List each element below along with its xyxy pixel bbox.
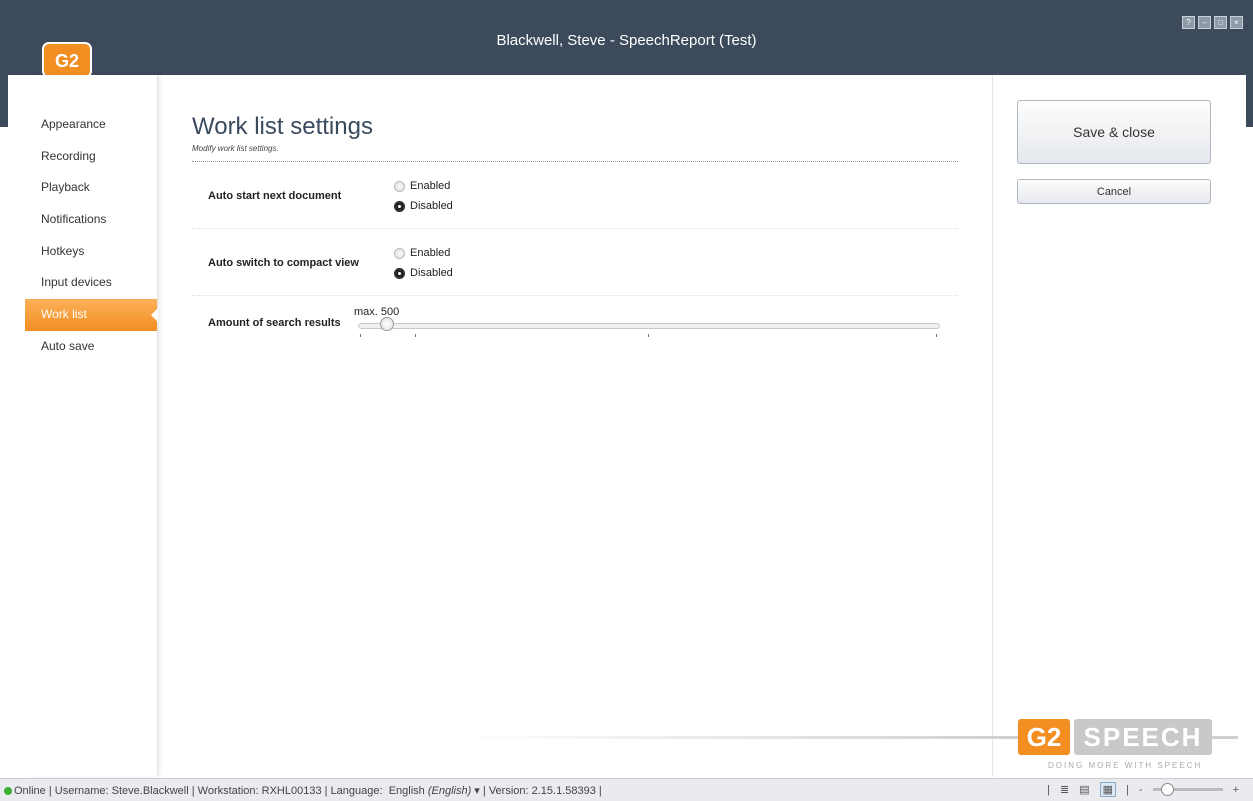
status-separator: | xyxy=(45,784,55,797)
brand-divider xyxy=(460,736,1020,739)
view-controls: | ≣ ▤ ▦ | - + xyxy=(1047,782,1239,797)
slider-tick xyxy=(360,334,361,337)
status-separator: | xyxy=(1126,783,1129,796)
status-separator: | xyxy=(321,784,331,797)
search-results-slider-track[interactable] xyxy=(358,323,940,329)
radio-unchecked-icon xyxy=(394,180,405,192)
setting-label: Auto switch to compact view xyxy=(208,257,359,269)
zoom-out-button[interactable]: - xyxy=(1139,784,1143,796)
cancel-button[interactable]: Cancel xyxy=(1017,179,1211,204)
search-results-slider-thumb[interactable] xyxy=(380,317,394,331)
setting-label: Auto start next document xyxy=(208,190,342,202)
status-language-label: Language: xyxy=(330,784,383,797)
status-workstation: Workstation: RXHL00133 xyxy=(197,784,322,797)
setting-search-results: Amount of search results max. 500 xyxy=(192,296,958,346)
setting-label: Amount of search results xyxy=(208,317,341,329)
brand-logo: G2 SPEECH DOING MORE WITH SPEECH xyxy=(1018,719,1212,775)
app-logo-text: G2 xyxy=(55,51,79,71)
auto-start-radio-group: Enabled Disabled xyxy=(394,176,453,216)
status-separator: | xyxy=(1047,783,1050,796)
status-bar: Online | Username: Steve.Blackwell | Wor… xyxy=(0,778,1253,801)
status-username: Username: Steve.Blackwell xyxy=(54,784,189,797)
radio-label: Enabled xyxy=(410,180,451,192)
radio-checked-icon xyxy=(394,267,405,279)
detail-view-icon[interactable]: ▤ xyxy=(1079,783,1089,796)
save-close-button[interactable]: Save & close xyxy=(1017,100,1211,164)
page-title: Work list settings xyxy=(192,113,373,140)
radio-label: Disabled xyxy=(410,267,453,279)
slider-tick xyxy=(936,334,937,337)
status-separator: | xyxy=(595,784,602,797)
language-value: English xyxy=(388,785,425,797)
sidebar-item-recording[interactable]: Recording xyxy=(25,141,157,173)
settings-content: Work list settings Modify work list sett… xyxy=(192,113,958,346)
sidebar-item-work-list[interactable]: Work list xyxy=(25,299,158,331)
compact-view-icon[interactable]: ▦ xyxy=(1099,782,1117,797)
sidebar-item-appearance[interactable]: Appearance xyxy=(25,109,157,141)
sidebar-item-notifications[interactable]: Notifications xyxy=(25,204,157,236)
status-version: Version: 2.15.1.58393 xyxy=(488,784,596,797)
sidebar-item-input-devices[interactable]: Input devices xyxy=(25,267,157,299)
maximize-icon[interactable]: □ xyxy=(1214,16,1227,29)
brand-tagline: DOING MORE WITH SPEECH xyxy=(1048,761,1203,770)
radio-checked-icon xyxy=(394,200,405,212)
slider-tick xyxy=(415,334,416,337)
status-separator: | xyxy=(479,784,489,797)
list-view-icon[interactable]: ≣ xyxy=(1060,783,1069,796)
setting-auto-compact: Auto switch to compact view Enabled Disa… xyxy=(192,229,958,296)
language-native: (English) xyxy=(427,785,472,797)
page-subtitle: Modify work list settings. xyxy=(192,144,279,153)
auto-start-disabled-radio[interactable]: Disabled xyxy=(394,196,453,216)
auto-compact-radio-group: Enabled Disabled xyxy=(394,243,453,283)
window-controls: ? – □ × xyxy=(1182,16,1243,29)
language-selector[interactable]: English (English) ▾ xyxy=(389,784,480,797)
settings-sidebar: Appearance Recording Playback Notificati… xyxy=(25,75,158,777)
status-separator: | xyxy=(188,784,198,797)
help-icon[interactable]: ? xyxy=(1182,16,1195,29)
slider-value: max. 500 xyxy=(354,306,400,318)
radio-label: Enabled xyxy=(410,247,451,259)
brand-speech: SPEECH xyxy=(1074,719,1212,755)
auto-start-enabled-radio[interactable]: Enabled xyxy=(394,176,453,196)
radio-label: Disabled xyxy=(410,200,453,212)
zoom-slider[interactable] xyxy=(1152,783,1223,796)
online-status-icon xyxy=(4,786,12,795)
auto-compact-enabled-radio[interactable]: Enabled xyxy=(394,243,453,263)
brand-g2: G2 xyxy=(1018,719,1070,755)
sidebar-item-hotkeys[interactable]: Hotkeys xyxy=(25,236,157,268)
window-title: Blackwell, Steve - SpeechReport (Test) xyxy=(496,32,757,49)
zoom-slider-thumb[interactable] xyxy=(1160,783,1174,796)
status-online: Online xyxy=(14,784,46,797)
brand-divider xyxy=(1212,736,1238,739)
status-info: Online | Username: Steve.Blackwell | Wor… xyxy=(4,784,602,797)
slider-tick xyxy=(648,334,649,337)
setting-auto-start: Auto start next document Enabled Disable… xyxy=(192,162,958,229)
auto-compact-disabled-radio[interactable]: Disabled xyxy=(394,263,453,283)
sidebar-item-playback[interactable]: Playback xyxy=(25,172,157,204)
close-icon[interactable]: × xyxy=(1230,16,1243,29)
zoom-in-button[interactable]: + xyxy=(1233,784,1239,796)
sidebar-item-auto-save[interactable]: Auto save xyxy=(25,331,157,363)
radio-unchecked-icon xyxy=(394,247,405,259)
minimize-icon[interactable]: – xyxy=(1198,16,1211,29)
